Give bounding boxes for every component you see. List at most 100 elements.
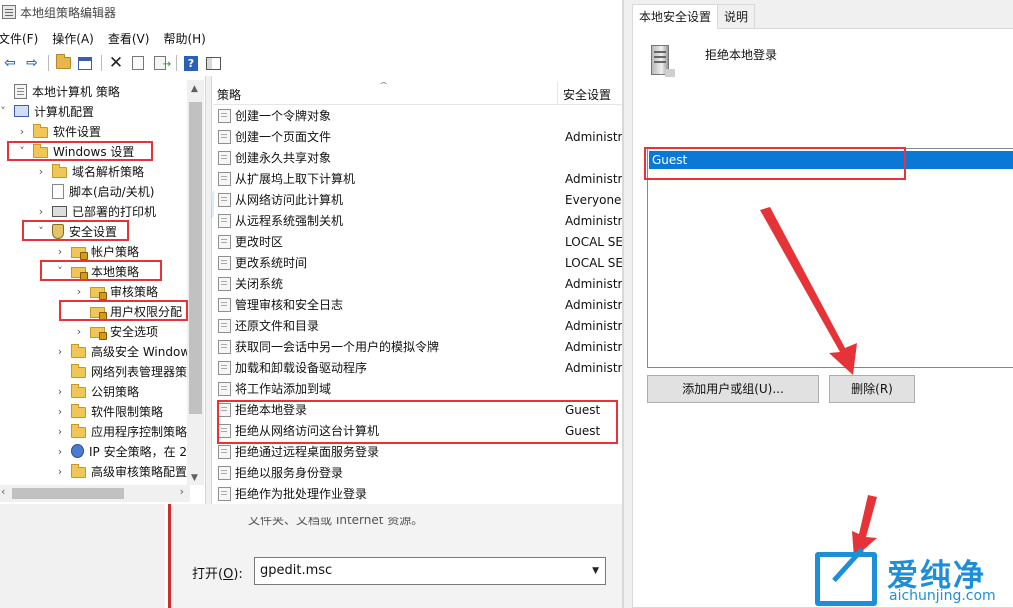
policy-row[interactable]: 从远程系统强制关机 Administr: [213, 210, 622, 231]
chevron-right-icon[interactable]: ›: [55, 245, 65, 258]
scroll-up-icon[interactable]: ▲: [191, 84, 198, 94]
chevron-right-icon[interactable]: ›: [36, 205, 46, 218]
tree-node[interactable]: › IP 安全策略，在 2: [55, 441, 187, 461]
up-folder-icon[interactable]: [55, 54, 71, 71]
tree-node[interactable]: › 帐户策略: [55, 241, 139, 261]
policy-row[interactable]: 还原文件和目录 Administr: [213, 315, 622, 336]
tab-explain[interactable]: 说明: [717, 4, 756, 28]
policy-row[interactable]: 拒绝从网络访问这台计算机 Guest: [213, 420, 622, 441]
run-command-input[interactable]: gpedit.msc ▼: [254, 557, 606, 585]
policy-row[interactable]: 关闭系统 Administr: [213, 273, 622, 294]
chevron-down-icon[interactable]: ˅: [55, 265, 65, 278]
menu-help[interactable]: 帮助(H): [163, 30, 205, 47]
policy-row-name: 关闭系统: [235, 277, 284, 291]
help-icon[interactable]: ?: [183, 55, 199, 71]
chevron-right-icon[interactable]: ›: [17, 125, 27, 138]
brand-logo-icon: [815, 552, 877, 606]
chevron-right-icon[interactable]: ›: [55, 425, 65, 438]
chevron-right-icon[interactable]: ›: [55, 385, 65, 398]
show-tree-icon[interactable]: [77, 55, 93, 71]
chevron-right-icon[interactable]: ›: [36, 165, 46, 178]
remove-button[interactable]: 删除(R): [829, 375, 915, 403]
policy-row[interactable]: 拒绝作为批处理作业登录: [213, 483, 622, 504]
tree-node[interactable]: › 软件限制策略: [55, 401, 163, 421]
policy-row[interactable]: 拒绝以服务身份登录: [213, 462, 622, 483]
policy-row[interactable]: 管理审核和安全日志 Administr: [213, 294, 622, 315]
tree-node[interactable]: 用户权限分配: [74, 301, 182, 321]
scroll-thumb[interactable]: [12, 488, 124, 499]
export-icon[interactable]: [152, 55, 171, 73]
tree-horizontal-scrollbar[interactable]: ‹ ›: [0, 485, 190, 502]
menu-file[interactable]: 文件(F): [0, 30, 38, 47]
chevron-down-icon[interactable]: ˅: [36, 225, 46, 238]
tree-node[interactable]: 脚本(启动/关机): [36, 181, 154, 201]
policy-row-name: 从扩展坞上取下计算机: [235, 172, 356, 186]
tree-node[interactable]: › 高级安全 Window: [55, 341, 190, 361]
properties-icon[interactable]: [130, 55, 146, 71]
scroll-right-icon[interactable]: ›: [180, 485, 184, 498]
menu-action[interactable]: 操作(A): [52, 30, 94, 47]
tree-node-label: 网络列表管理器策: [91, 364, 188, 379]
tree-node[interactable]: › 高级审核策略配置: [55, 461, 187, 481]
policy-row-name: 管理审核和安全日志: [235, 298, 344, 312]
delete-icon[interactable]: ✕: [108, 55, 124, 72]
pane-splitter[interactable]: [205, 76, 212, 504]
tree-node[interactable]: ˅ 计算机配置: [0, 101, 94, 121]
tree-node[interactable]: 本地计算机 策略: [0, 81, 120, 101]
chevron-down-icon[interactable]: ˅: [17, 145, 27, 158]
tree-node[interactable]: ˅ 安全设置: [36, 221, 117, 241]
policy-row[interactable]: 创建一个令牌对象: [213, 105, 622, 126]
policy-row[interactable]: 从网络访问此计算机 Everyone,: [213, 189, 622, 210]
policy-row[interactable]: 将工作站添加到域: [213, 378, 622, 399]
policy-row[interactable]: 创建永久共享对象: [213, 147, 622, 168]
tree-node[interactable]: ˅ Windows 设置: [17, 141, 134, 161]
scroll-left-icon[interactable]: ‹: [1, 485, 5, 498]
chevron-down-icon[interactable]: ˅: [0, 105, 8, 118]
user-list[interactable]: Guest: [647, 148, 1013, 368]
tab-local-security-setting[interactable]: 本地安全设置: [632, 4, 719, 29]
scroll-down-icon[interactable]: ▼: [191, 473, 198, 483]
policy-row[interactable]: 获取同一会话中另一个用户的模拟令牌 Administr: [213, 336, 622, 357]
tree-node[interactable]: › 软件设置: [17, 121, 101, 141]
tree-node[interactable]: › 域名解析策略: [36, 161, 144, 181]
chevron-right-icon[interactable]: ›: [74, 285, 84, 298]
tree-vertical-scrollbar[interactable]: ▲ ▼: [187, 80, 204, 485]
policy-row-name: 拒绝以服务身份登录: [235, 466, 344, 480]
policy-row-name: 拒绝通过远程桌面服务登录: [235, 445, 380, 459]
policy-row[interactable]: 更改时区 LOCAL SE: [213, 231, 622, 252]
tree-node-label: 安全选项: [110, 324, 159, 339]
chevron-right-icon[interactable]: ›: [55, 345, 65, 358]
chevron-right-icon[interactable]: ›: [55, 465, 65, 478]
policy-row[interactable]: 加载和卸载设备驱动程序 Administr: [213, 357, 622, 378]
tree-node[interactable]: ˅ 本地策略: [55, 261, 139, 281]
tree-node[interactable]: › 安全选项: [74, 321, 158, 341]
tree-node[interactable]: › 公钥策略: [55, 381, 139, 401]
chevron-right-icon[interactable]: ›: [74, 325, 84, 338]
back-arrow-icon[interactable]: ⇦: [2, 55, 18, 71]
scroll-thumb[interactable]: [189, 102, 202, 414]
forward-arrow-icon[interactable]: ⇨: [24, 55, 40, 71]
menu-view[interactable]: 查看(V): [108, 30, 150, 47]
column-header-setting[interactable]: 安全设置: [563, 86, 611, 103]
tree-node[interactable]: › 已部署的打印机: [36, 201, 156, 221]
watermark: 爱纯净 aichunjing.com: [815, 548, 1013, 608]
column-header-policy[interactable]: 策略: [217, 86, 241, 103]
console-tree-icon[interactable]: [205, 55, 221, 71]
tree-node[interactable]: › 应用程序控制策略: [55, 421, 187, 441]
tree-node-label: 用户权限分配: [110, 304, 183, 319]
chevron-right-icon[interactable]: ›: [55, 445, 65, 458]
policy-row-name: 还原文件和目录: [235, 319, 320, 333]
user-list-item[interactable]: Guest: [649, 151, 1013, 169]
add-user-button[interactable]: 添加用户或组(U)...: [647, 375, 819, 403]
column-separator[interactable]: [557, 82, 558, 104]
policy-row[interactable]: 从扩展坞上取下计算机 Administr: [213, 168, 622, 189]
policy-row[interactable]: 拒绝通过远程桌面服务登录: [213, 441, 622, 462]
tree-node[interactable]: 网络列表管理器策: [55, 361, 187, 381]
policy-row-name: 将工作站添加到域: [235, 382, 332, 396]
chevron-right-icon[interactable]: ›: [55, 405, 65, 418]
tree-node[interactable]: › 审核策略: [74, 281, 158, 301]
policy-row[interactable]: 更改系统时间 LOCAL SE: [213, 252, 622, 273]
chevron-down-icon[interactable]: ▼: [592, 558, 599, 584]
policy-row[interactable]: 拒绝本地登录 Guest: [213, 399, 622, 420]
policy-row[interactable]: 创建一个页面文件 Administr: [213, 126, 622, 147]
